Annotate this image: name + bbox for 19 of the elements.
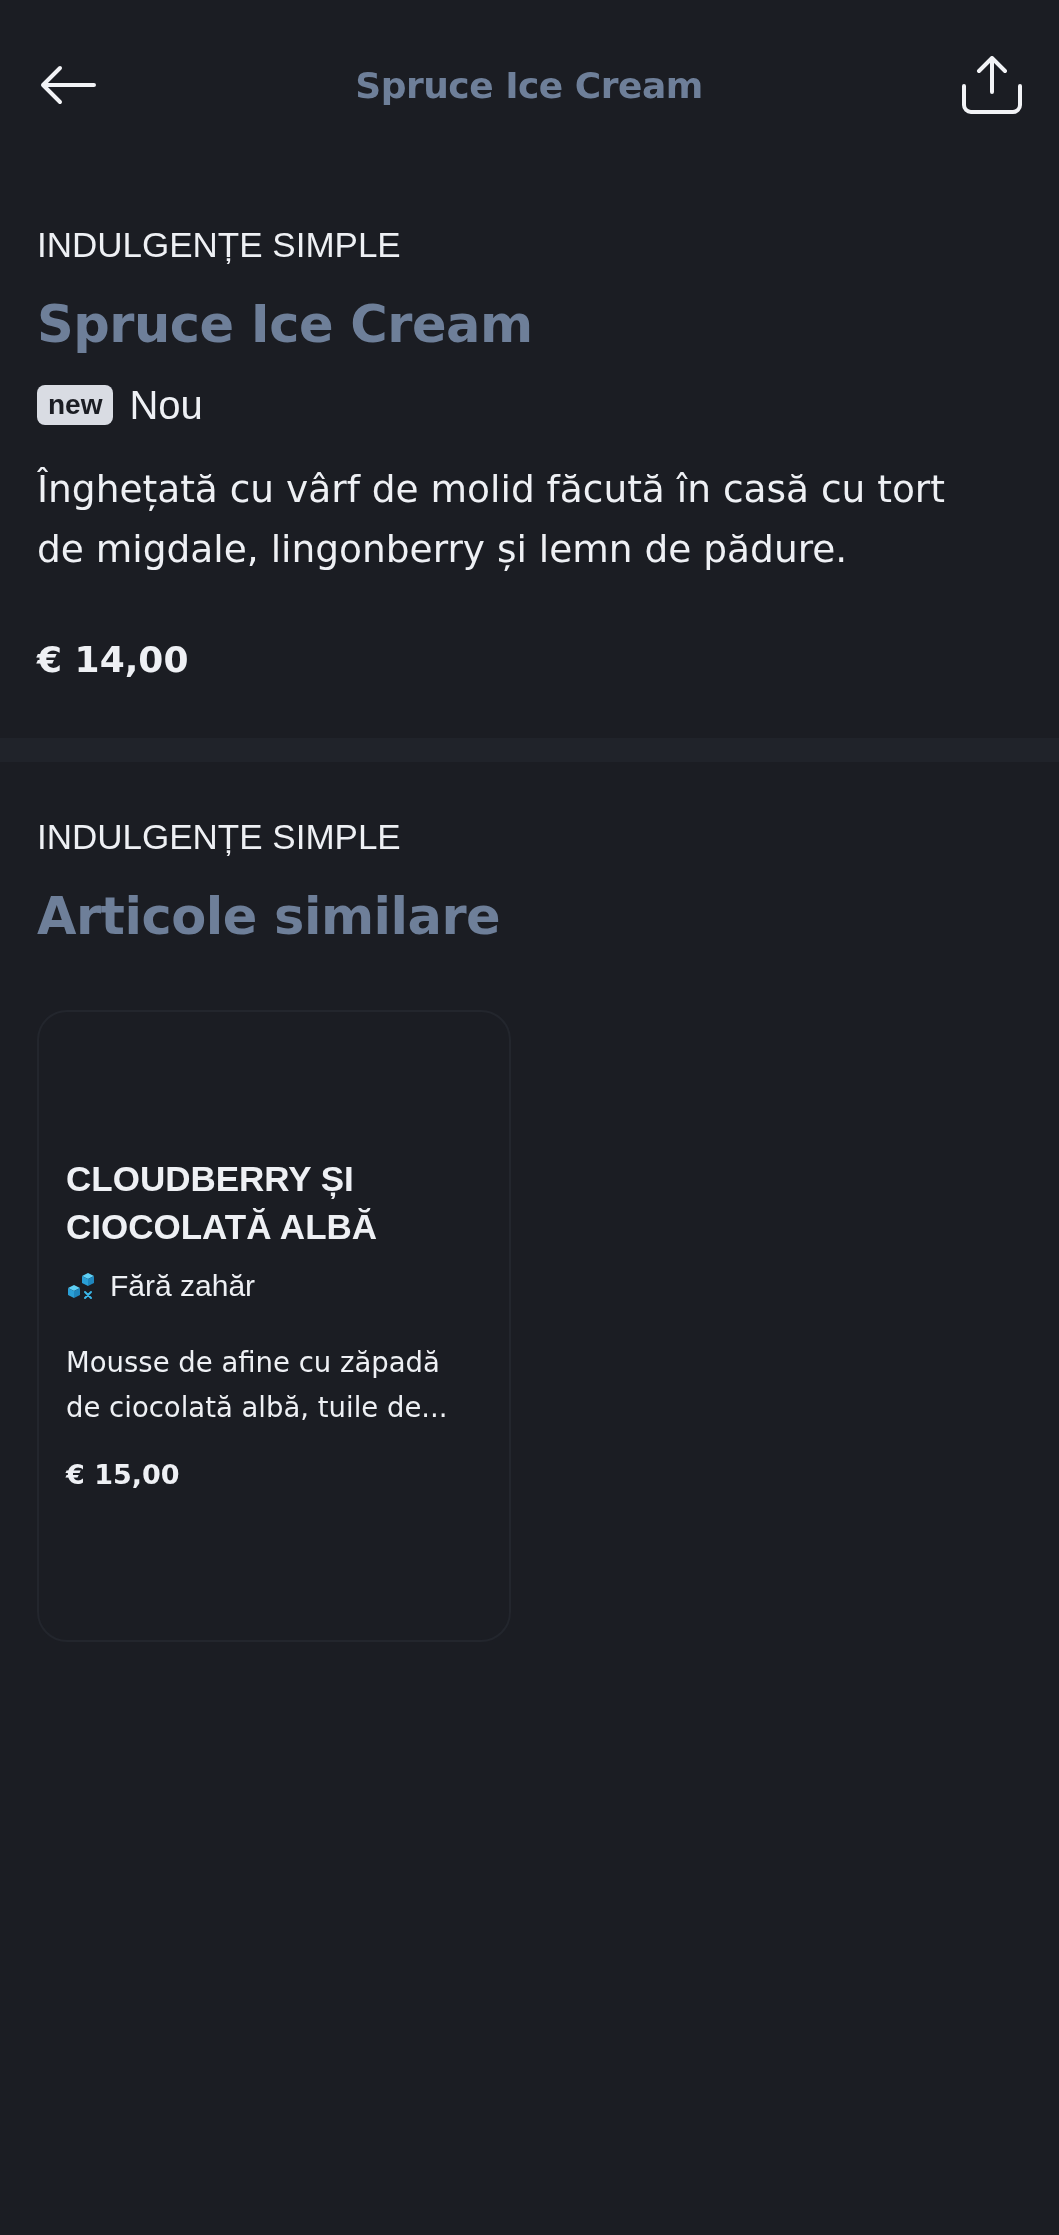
product-card[interactable]: CLOUDBERRY ȘI CIOCOLATĂ ALBĂ Fără zahăr Mousse de afine cu zăpadă de ciocolată albă, tuile de... € 15,00 — [37, 1010, 511, 1642]
header-title: Spruce Ice Cream — [355, 64, 703, 106]
badge-label: Nou — [129, 382, 203, 429]
product-title: Spruce Ice Cream — [37, 294, 533, 356]
back-button[interactable] — [40, 65, 96, 105]
share-button[interactable] — [962, 56, 1022, 114]
card-title: CLOUDBERRY ȘI CIOCOLATĂ ALBĂ — [66, 1158, 379, 1248]
product-description: Înghețată cu vârf de molid făcută în casă cu tort de migdale, lingonberry și lemn de pădure. — [37, 466, 946, 573]
section-title: Articole similare — [37, 886, 501, 948]
sugar-cubes-icon — [66, 1271, 96, 1301]
product-price: € 14,00 — [37, 638, 189, 682]
category-label: INDULGENȚE SIMPLE — [37, 817, 401, 857]
share-icon — [962, 56, 1022, 114]
card-price: € 15,00 — [66, 1458, 180, 1492]
tag-label: Fără zahăr — [110, 1268, 256, 1304]
back-arrow-icon — [40, 65, 96, 105]
new-badge: new — [37, 385, 114, 425]
card-description: Mousse de afine cu zăpadă de ciocolată albă, tuile de... — [66, 1345, 449, 1425]
category-label: INDULGENȚE SIMPLE — [37, 225, 401, 265]
